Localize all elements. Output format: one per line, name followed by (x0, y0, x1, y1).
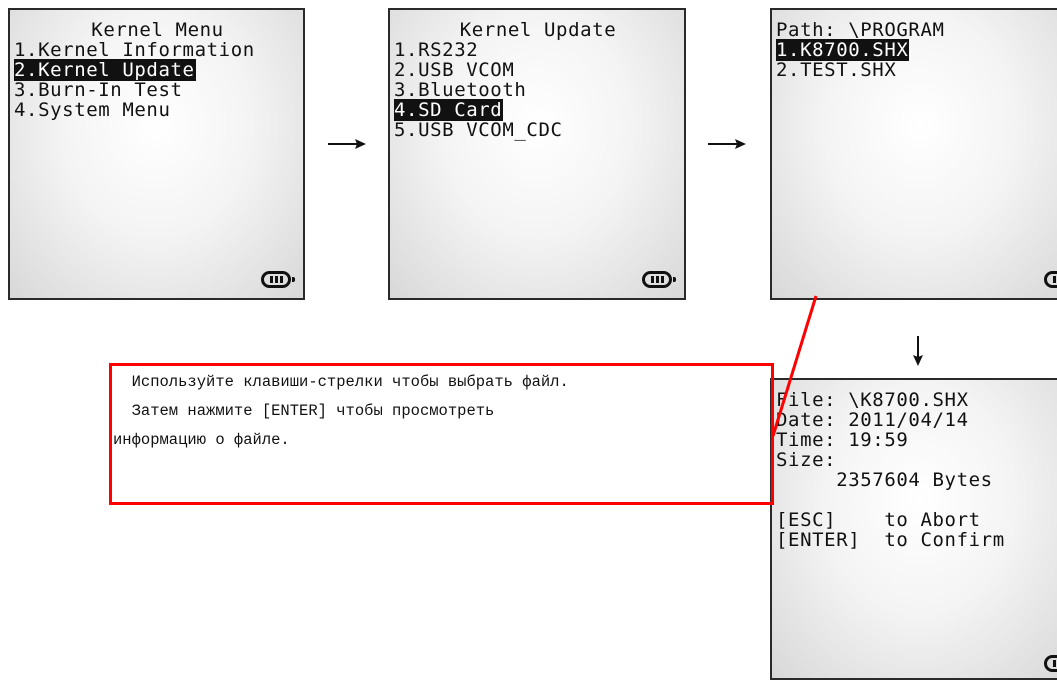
menu-item-label: 2.Kernel Update (14, 59, 196, 81)
file-item-label: 1.K8700.SHX (776, 39, 910, 61)
file-size-value: 2357604 Bytes (776, 469, 993, 491)
screen-kernel-menu: Kernel Menu 1.Kernel Information 2.Kerne… (8, 8, 305, 300)
path-label: Path: \PROGRAM (776, 19, 945, 41)
callout-line-2: Затем нажмите [ENTER] чтобы просмотреть (113, 402, 495, 420)
file-size-label: Size: (776, 449, 837, 471)
file-item-test[interactable]: 2.TEST.SHX (776, 60, 1057, 80)
menu-item-sd-card[interactable]: 4.SD Card (394, 99, 682, 121)
callout-line-3: информацию о файле. (113, 431, 290, 449)
confirm-option[interactable]: [ENTER] to Confirm (776, 530, 1057, 550)
arrow-right-icon (708, 139, 746, 149)
screen-file-list: Path: \PROGRAM 1.K8700.SHX 2.TEST.SHX (770, 8, 1057, 300)
menu-item-bluetooth[interactable]: 3.Bluetooth (394, 80, 682, 100)
menu-item-label: 4.SD Card (394, 99, 504, 121)
menu-item-kernel-information[interactable]: 1.Kernel Information (14, 40, 301, 60)
file-lines: Path: \PROGRAM 1.K8700.SHX 2.TEST.SHX (776, 20, 1057, 80)
menu-lines: Kernel Update 1.RS232 2.USB VCOM 3.Bluet… (394, 20, 682, 140)
file-item-k8700[interactable]: 1.K8700.SHX (776, 39, 1057, 61)
menu-item-kernel-update[interactable]: 2.Kernel Update (14, 59, 301, 81)
menu-item-burn-in-test[interactable]: 3.Burn-In Test (14, 80, 301, 100)
arrow-down-icon (913, 336, 923, 366)
abort-option[interactable]: [ESC] to Abort (776, 510, 1057, 530)
menu-lines: Kernel Menu 1.Kernel Information 2.Kerne… (14, 20, 301, 120)
arrow-right-icon (328, 139, 366, 149)
battery-icon (1044, 271, 1057, 288)
battery-icon (1044, 655, 1057, 672)
menu-item-rs232[interactable]: 1.RS232 (394, 40, 682, 60)
menu-title: Kernel Menu (91, 19, 224, 41)
menu-item-usb-vcom-cdc[interactable]: 5.USB VCOM_CDC (394, 120, 682, 140)
screen-kernel-update: Kernel Update 1.RS232 2.USB VCOM 3.Bluet… (388, 8, 686, 300)
callout-line-1: Используйте клавиши-стрелки чтобы выбрат… (113, 373, 569, 391)
battery-icon (642, 271, 676, 288)
menu-item-system-menu[interactable]: 4.System Menu (14, 100, 301, 120)
battery-icon (261, 271, 295, 288)
menu-item-usb-vcom[interactable]: 2.USB VCOM (394, 60, 682, 80)
menu-title: Kernel Update (459, 19, 617, 41)
